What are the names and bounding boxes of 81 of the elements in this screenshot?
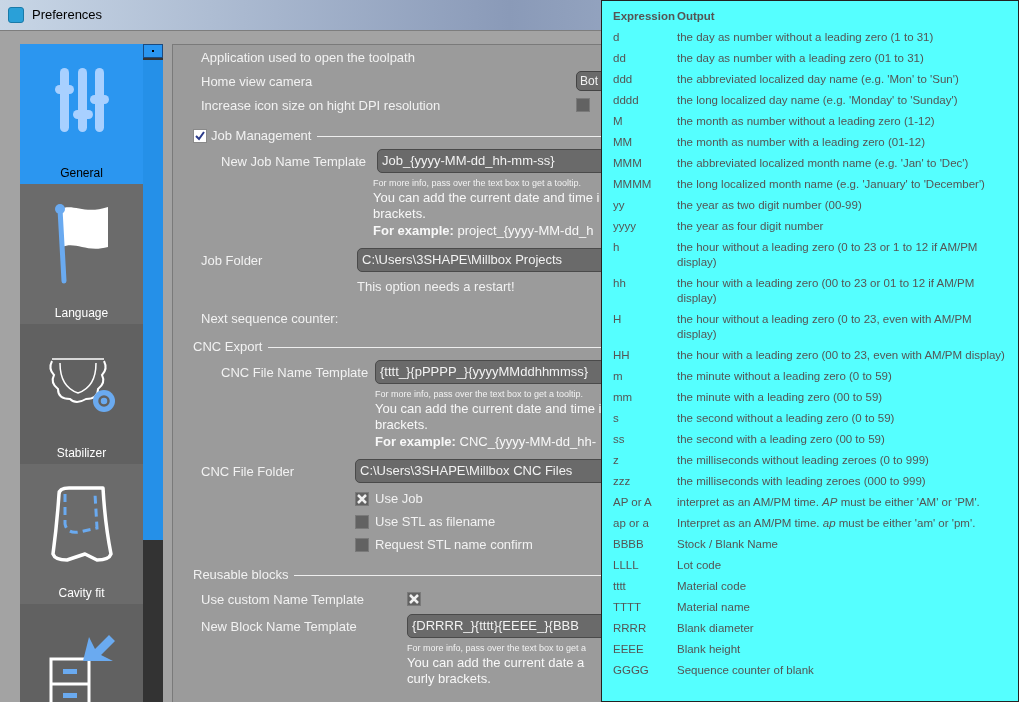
info-text: You can add the current date and time i (375, 401, 602, 417)
output-cell: the month as number without a leading zero (1-12) (677, 114, 935, 129)
expression-cell-text: GGGG (613, 663, 650, 678)
expression-cell-text: TTTT (613, 600, 643, 615)
expression-cell-text: LLLL (613, 558, 640, 573)
expression-cell-text: M (613, 114, 624, 129)
output-cell: Sequence counter of blank (677, 663, 814, 678)
expression-cell-text: mm (613, 390, 634, 405)
option-label: Use Job (375, 489, 423, 508)
expression-cell-text: EEEE (613, 642, 645, 657)
setting-label: Increase icon size on hight DPI resolution (201, 98, 441, 113)
expression-cell-text: MMMM (613, 177, 653, 192)
output-cell: the long localized month name (e.g. 'January' to 'December') (677, 177, 985, 192)
field-label: New Block Name Template (201, 619, 357, 634)
expression-cell-text: dddd (613, 93, 640, 108)
output-cell: the second with a leading zero (00 to 59) (677, 432, 885, 447)
info-text: You can add the current date and time i (373, 190, 600, 206)
expression-cell-text: H (613, 312, 623, 327)
expression-cell-text: yy (613, 198, 626, 213)
hint-text: For more info, pass over the text box to get a tooltip. (375, 388, 584, 401)
section-title: Reusable blocks (193, 566, 289, 585)
output-cell: the abbreviated localized day name (e.g. 'Mon' to 'Sun') (677, 72, 959, 87)
expression-cell-text: tttt (613, 579, 627, 594)
output-cell: Material name (677, 600, 750, 615)
output-cell: Blank diameter (677, 621, 754, 636)
window-title: Preferences (32, 6, 103, 25)
expression-cell-text: MM (613, 135, 634, 150)
output-cell-text: the hour without a leading zero (0 to 23, even with AM/PM display) (677, 312, 973, 342)
field-label: New Job Name Template (221, 154, 366, 169)
info-text: You can add the current date a (407, 655, 585, 671)
expression-cell-text: HH (613, 348, 631, 363)
output-cell: the minute with a leading zero (00 to 59) (677, 390, 883, 405)
expression-cell-text: m (613, 369, 624, 384)
expression-cell-text: yyyy (613, 219, 637, 234)
output-cell: the month as number with a leading zero (01-12) (677, 135, 926, 150)
output-cell: the day as number with a leading zero (01 to 31) (677, 51, 924, 66)
section-title: Job Management (211, 127, 312, 146)
section-title: CNC Export (193, 338, 263, 357)
expression-cell-text: RRRR (613, 621, 648, 636)
expression-cell-text: BBBB (613, 537, 645, 552)
expression-cell-text: hh (613, 276, 627, 291)
counter-label: Next sequence counter: (201, 310, 339, 328)
output-cell-text: the hour with a leading zero (00 to 23 or 01 to 12 if AM/PM display) (677, 276, 976, 306)
option-label: Use STL as filename (375, 512, 496, 531)
info-text: brackets. (375, 417, 428, 433)
column-header: Output (677, 9, 715, 25)
output-cell: the day as number without a leading zero (1 to 31) (677, 30, 934, 45)
info-text: curly brackets. (407, 671, 491, 687)
info-text: brackets. (373, 206, 426, 222)
example-text: For example: project_{yyyy-MM-dd_h (373, 222, 594, 240)
output-cell: Interpret as an AM/PM time. ap must be either 'am' or 'pm'. (677, 516, 976, 531)
example-text: For example: CNC_{yyyy-MM-dd_hh- (375, 433, 597, 451)
output-cell: interpret as an AM/PM time. AP must be either 'AM' or 'PM'. (677, 495, 980, 510)
hint-text: For more info, pass over the text box to get a (407, 642, 587, 655)
field-label: CNC File Folder (201, 464, 295, 479)
output-cell: Lot code (677, 558, 722, 573)
expression-cell-text: ss (613, 432, 626, 447)
expression-cell-text: ap or a (613, 516, 650, 531)
output-cell: the year as four digit number (677, 219, 824, 234)
output-cell: the hour with a leading zero (00 to 23, even with AM/PM display) (677, 348, 1005, 363)
option-label: Request STL name confirm (375, 535, 533, 554)
field-label: Job Folder (201, 253, 263, 268)
expression-cell-text: AP or A (613, 495, 653, 510)
restart-note: This option needs a restart! (357, 278, 515, 296)
output-cell: the year as two digit number (00-99) (677, 198, 862, 213)
setting-label: Home view camera (201, 74, 313, 89)
setting-label: Application used to open the toolpath (201, 50, 415, 65)
expression-cell-text: ddd (613, 72, 634, 87)
output-cell: Material code (677, 579, 747, 594)
output-cell: Blank height (677, 642, 741, 657)
expression-cell-text: d (613, 30, 621, 45)
expression-cell-text: dd (613, 51, 627, 66)
setting-label: Use custom Name Template (201, 592, 365, 607)
hint-text: For more info, pass over the text box to get a tooltip. (373, 177, 582, 190)
output-cell: Stock / Blank Name (677, 537, 778, 552)
expression-cell-text: MMM (613, 156, 643, 171)
output-cell: the second without a leading zero (0 to 59) (677, 411, 895, 426)
output-cell: the long localized day name (e.g. 'Monday' to 'Sunday') (677, 93, 958, 108)
field-label: CNC File Name Template (221, 365, 369, 380)
expression-cell-text: s (613, 411, 620, 426)
column-header: Expression (613, 9, 676, 25)
